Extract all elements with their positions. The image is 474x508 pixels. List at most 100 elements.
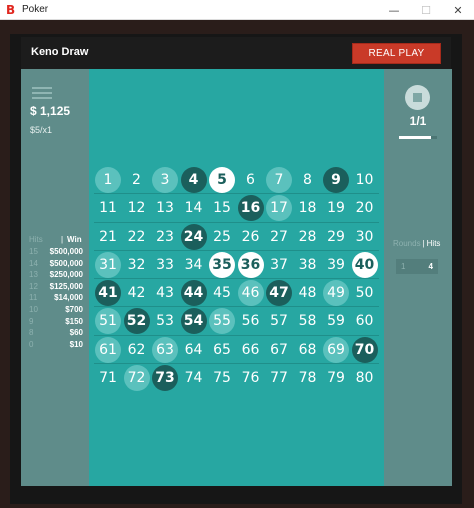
keno-number-27[interactable]: 27 (266, 224, 292, 250)
keno-number-72[interactable]: 72 (123, 365, 150, 392)
keno-number-48[interactable]: 48 (295, 280, 321, 306)
game-title: Keno Draw (31, 46, 89, 58)
paytable-row: 14 $500,000 (29, 259, 89, 270)
keno-number-62[interactable]: 62 (124, 337, 150, 363)
keno-number-57[interactable]: 57 (266, 308, 292, 334)
keno-number-31[interactable]: 31 (95, 251, 121, 278)
keno-number-17[interactable]: 17 (266, 195, 292, 222)
keno-number-33[interactable]: 33 (152, 252, 178, 278)
keno-number-41[interactable]: 41 (95, 280, 121, 307)
keno-number-65[interactable]: 65 (209, 337, 235, 363)
stop-button[interactable] (405, 85, 430, 110)
keno-number-64[interactable]: 64 (181, 337, 207, 363)
keno-number-24[interactable]: 24 (180, 223, 207, 250)
maximize-button[interactable]: ☐ (410, 0, 442, 20)
keno-number-21[interactable]: 21 (95, 224, 121, 250)
keno-number-61[interactable]: 61 (95, 336, 121, 363)
keno-number-59[interactable]: 59 (323, 308, 349, 334)
keno-number-37[interactable]: 37 (266, 252, 292, 278)
keno-number-80[interactable]: 80 (352, 365, 378, 391)
keno-number-19[interactable]: 19 (323, 195, 349, 221)
hits-value: 4 (428, 262, 433, 271)
keno-number-2[interactable]: 2 (124, 167, 150, 193)
keno-number-3[interactable]: 3 (152, 167, 178, 193)
keno-number-66[interactable]: 66 (238, 337, 264, 363)
keno-number-69[interactable]: 69 (323, 336, 349, 363)
keno-number-39[interactable]: 39 (323, 252, 349, 278)
keno-number-10[interactable]: 10 (352, 167, 378, 193)
keno-number-23[interactable]: 23 (152, 224, 178, 250)
keno-number-79[interactable]: 79 (323, 365, 349, 391)
keno-number-73[interactable]: 73 (152, 365, 178, 392)
keno-number-35[interactable]: 35 (209, 251, 235, 278)
grid-row: 31 32 33 34 35 36 37 38 39 40 (94, 251, 379, 280)
keno-number-55[interactable]: 55 (209, 308, 235, 335)
keno-number-75[interactable]: 75 (209, 365, 235, 391)
keno-number-22[interactable]: 22 (124, 224, 150, 250)
keno-number-45[interactable]: 45 (209, 280, 235, 306)
keno-number-1[interactable]: 1 (95, 167, 121, 193)
keno-number-36[interactable]: 36 (237, 251, 264, 278)
keno-number-53[interactable]: 53 (152, 308, 178, 334)
keno-number-50[interactable]: 50 (352, 280, 378, 306)
keno-number-11[interactable]: 11 (95, 195, 121, 221)
paytable-header: Hits | Win (29, 235, 82, 244)
keno-number-32[interactable]: 32 (124, 252, 150, 278)
keno-number-28[interactable]: 28 (295, 224, 321, 250)
keno-number-58[interactable]: 58 (295, 308, 321, 334)
keno-number-51[interactable]: 51 (95, 308, 121, 335)
round-progress-fill (399, 136, 432, 139)
keno-number-52[interactable]: 52 (123, 308, 150, 335)
keno-number-29[interactable]: 29 (323, 224, 349, 250)
keno-number-47[interactable]: 47 (266, 280, 292, 307)
keno-number-15[interactable]: 15 (209, 195, 235, 221)
keno-number-20[interactable]: 20 (352, 195, 378, 221)
keno-number-77[interactable]: 77 (266, 365, 292, 391)
keno-number-18[interactable]: 18 (295, 195, 321, 221)
keno-number-14[interactable]: 14 (181, 195, 207, 221)
paytable-win: $500,000 (49, 247, 83, 256)
window-title: Poker (22, 4, 49, 15)
paytable-row: 0 $10 (29, 340, 89, 351)
keno-number-54[interactable]: 54 (180, 308, 207, 335)
keno-number-70[interactable]: 70 (351, 336, 378, 363)
grid-row: 41 42 43 44 45 46 47 48 49 50 (94, 279, 379, 308)
minimize-button[interactable]: — (378, 0, 410, 20)
keno-number-30[interactable]: 30 (352, 224, 378, 250)
keno-number-8[interactable]: 8 (295, 167, 321, 193)
round-progress-bar (399, 136, 437, 139)
keno-number-63[interactable]: 63 (152, 336, 178, 363)
keno-number-38[interactable]: 38 (295, 252, 321, 278)
keno-number-25[interactable]: 25 (209, 224, 235, 250)
keno-number-49[interactable]: 49 (323, 280, 349, 307)
keno-number-6[interactable]: 6 (238, 167, 264, 193)
keno-number-40[interactable]: 40 (351, 251, 378, 278)
paytable-win: $60 (69, 328, 83, 338)
left-panel: $ 1,125 $5/x1 Hits | Win 15 $500,000 14 $500… (21, 69, 89, 486)
menu-icon[interactable] (32, 87, 52, 99)
paytable-win: $14,000 (54, 293, 83, 303)
keno-number-67[interactable]: 67 (266, 337, 292, 363)
keno-number-44[interactable]: 44 (180, 280, 207, 307)
real-play-button[interactable]: REAL PLAY (352, 43, 441, 64)
keno-number-78[interactable]: 78 (295, 365, 321, 391)
keno-number-68[interactable]: 68 (295, 337, 321, 363)
keno-number-71[interactable]: 71 (95, 365, 121, 391)
close-button[interactable]: ✕ (442, 0, 474, 20)
keno-number-56[interactable]: 56 (238, 308, 264, 334)
keno-number-46[interactable]: 46 (237, 280, 264, 307)
keno-number-34[interactable]: 34 (181, 252, 207, 278)
keno-number-74[interactable]: 74 (181, 365, 207, 391)
keno-number-42[interactable]: 42 (124, 280, 150, 306)
keno-number-13[interactable]: 13 (152, 195, 178, 221)
keno-number-16[interactable]: 16 (237, 195, 264, 222)
keno-number-76[interactable]: 76 (238, 365, 264, 391)
keno-number-60[interactable]: 60 (352, 308, 378, 334)
keno-number-9[interactable]: 9 (323, 167, 349, 193)
keno-number-4[interactable]: 4 (180, 167, 207, 193)
keno-number-7[interactable]: 7 (266, 167, 292, 193)
keno-number-26[interactable]: 26 (238, 224, 264, 250)
keno-number-12[interactable]: 12 (124, 195, 150, 221)
keno-number-5[interactable]: 5 (209, 167, 235, 193)
keno-number-43[interactable]: 43 (152, 280, 178, 306)
